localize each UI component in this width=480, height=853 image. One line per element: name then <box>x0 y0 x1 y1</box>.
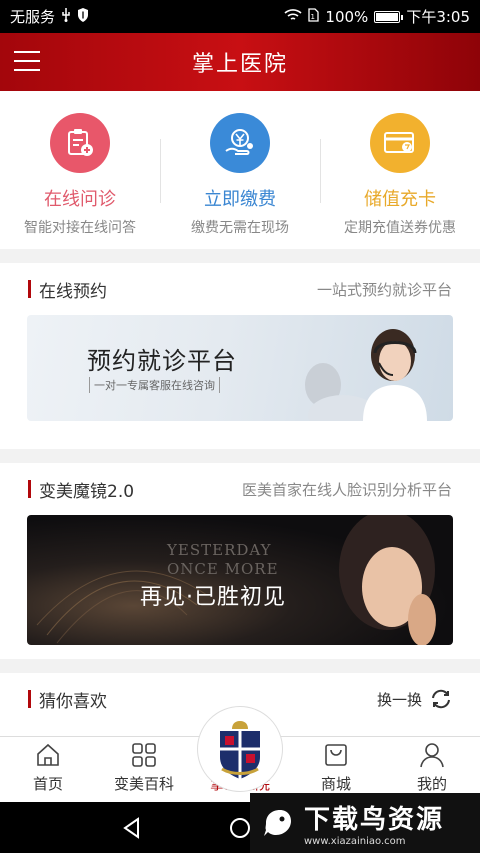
tab-label: 商城 <box>320 775 351 793</box>
wifi-icon <box>284 8 302 26</box>
quick-subtitle: 定期充值送券优惠 <box>344 220 456 236</box>
booking-section: 在线预约 一站式预约就诊平台 预约就诊平台 一对一专属客服在线咨询 <box>0 263 480 449</box>
banner-english-line1: YESTERDAY <box>167 541 272 559</box>
usb-icon <box>61 7 71 26</box>
menu-icon[interactable] <box>14 51 40 71</box>
hospital-logo[interactable] <box>197 706 283 792</box>
quick-subtitle: 缴费无需在现场 <box>191 220 289 236</box>
carrier-label: 无服务 <box>10 8 56 26</box>
banner-title: 预约就诊平台 <box>87 347 237 375</box>
home-icon <box>37 743 59 766</box>
status-bar: 无服务 1 100% 下午3:05 <box>0 0 480 33</box>
hospital-crest-icon <box>220 721 260 779</box>
mirror-banner[interactable]: YESTERDAY ONCE MORE 再见·已胜初见 <box>27 515 453 645</box>
back-icon[interactable] <box>120 816 144 840</box>
tab-label: 变美百科 <box>113 775 174 793</box>
tab-home[interactable]: 首页 <box>0 737 96 802</box>
pay-now-button[interactable]: 立即缴费 缴费无需在现场 <box>160 91 320 249</box>
shopping-bag-icon <box>325 744 347 766</box>
watermark: 下载鸟资源 www.xiazainiao.com <box>250 793 480 853</box>
battery-percent: 100% <box>325 7 369 26</box>
quick-title: 立即缴费 <box>204 189 276 210</box>
banner-english-text: YESTERDAY ONCE MORE <box>167 541 279 579</box>
quick-subtitle: 智能对接在线问答 <box>24 220 136 236</box>
section-description: 医美首家在线人脸识别分析平台 <box>241 480 452 499</box>
watermark-url: www.xiazainiao.com <box>304 836 406 847</box>
section-description: 一站式预约就诊平台 <box>316 280 452 299</box>
clipboard-icon <box>50 113 110 173</box>
clock: 下午3:05 <box>406 8 470 26</box>
banner-english-line2: ONCE MORE <box>167 560 279 578</box>
tab-label: 我的 <box>416 775 447 793</box>
grid-icon <box>132 743 156 767</box>
customer-service-image <box>305 329 427 421</box>
tab-label: 首页 <box>32 775 63 793</box>
home-nav-icon[interactable] <box>228 816 252 840</box>
refresh-label: 换一换 <box>376 690 422 709</box>
section-title: 在线预约 <box>39 281 107 302</box>
section-marker <box>28 690 31 708</box>
mirror-section: 变美魔镜2.0 医美首家在线人脸识别分析平台 YESTERDAY ONCE MO… <box>0 463 480 659</box>
quick-actions: 在线问诊 智能对接在线问答 立即缴费 缴费无需在现场 储值充卡 定期充值送券优惠 <box>0 91 480 249</box>
shield-icon <box>77 7 89 26</box>
refresh-button[interactable]: 换一换 <box>377 689 452 710</box>
section-marker <box>28 280 31 298</box>
booking-banner[interactable]: 预约就诊平台 一对一专属客服在线咨询 <box>27 315 453 421</box>
app-header: 掌上医院 <box>0 33 480 91</box>
bird-logo-icon <box>264 810 291 836</box>
battery-icon <box>374 10 404 23</box>
section-title: 变美魔镜2.0 <box>39 481 135 502</box>
watermark-text: 下载鸟资源 <box>304 805 445 835</box>
quick-title: 在线问诊 <box>44 189 116 210</box>
banner-subtitle: 一对一专属客服在线咨询 <box>89 377 220 393</box>
card-icon <box>370 113 430 173</box>
stored-value-card-button[interactable]: 储值充卡 定期充值送券优惠 <box>320 91 480 249</box>
section-title: 猜你喜欢 <box>39 691 107 712</box>
user-icon <box>420 743 444 768</box>
section-header: 在线预约 一站式预约就诊平台 <box>0 263 480 315</box>
svg-text:1: 1 <box>311 13 315 21</box>
quick-title: 储值充卡 <box>364 189 436 210</box>
section-header: 变美魔镜2.0 医美首家在线人脸识别分析平台 <box>0 463 480 515</box>
tab-beauty-wiki[interactable]: 变美百科 <box>96 737 192 802</box>
banner-title: 再见·已胜初见 <box>140 585 286 610</box>
page-title: 掌上医院 <box>191 52 288 77</box>
yen-coin-icon <box>210 113 270 173</box>
online-consult-button[interactable]: 在线问诊 智能对接在线问答 <box>0 91 160 249</box>
sim-icon: 1 <box>308 7 320 26</box>
section-marker <box>28 480 31 498</box>
refresh-icon <box>432 689 450 709</box>
